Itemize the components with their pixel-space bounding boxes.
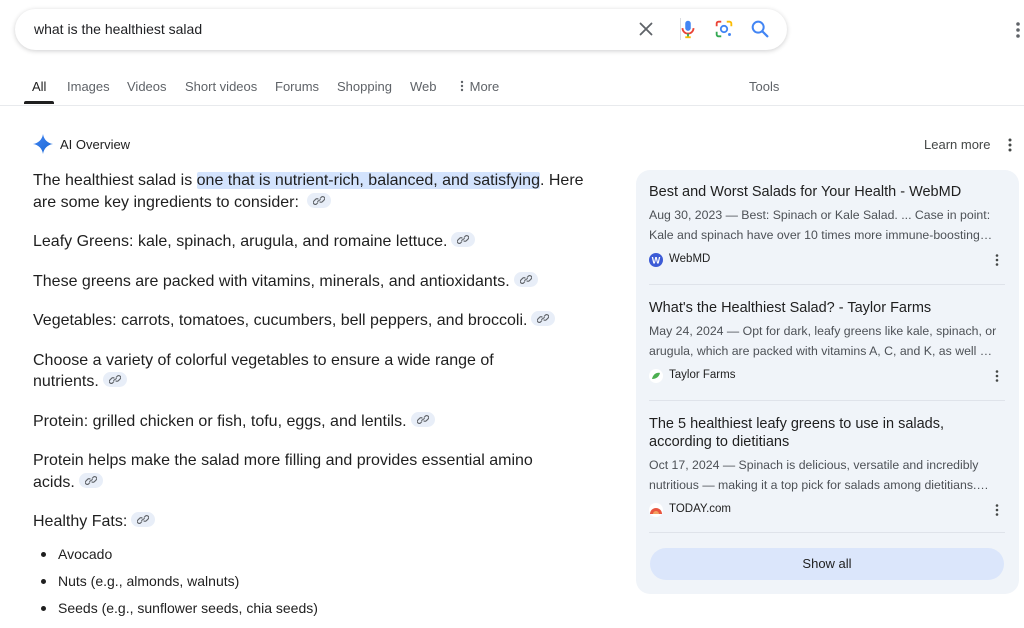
- search-input[interactable]: what is the healthiest salad: [34, 21, 202, 37]
- tab-videos[interactable]: Videos: [127, 79, 167, 94]
- snippet-line: arugula, which are packed with vitamins …: [649, 344, 993, 358]
- intro-text: The healthiest salad is: [33, 172, 197, 189]
- paragraph-text: Vegetables: carrots, tomatoes, cucumbers…: [33, 312, 528, 329]
- source-link-icon[interactable]: [451, 232, 476, 247]
- leaf-favicon-icon: [649, 369, 663, 383]
- learn-more-link[interactable]: Learn more: [924, 137, 990, 152]
- source-snippet: May 24, 2024 — Opt for dark, leafy green…: [649, 321, 1007, 361]
- paragraph-text: Healthy Fats:: [33, 513, 128, 530]
- protein-benefit-paragraph: Protein helps make the salad more fillin…: [33, 450, 563, 493]
- source-site: Taylor Farms: [649, 367, 1007, 385]
- tab-images[interactable]: Images: [67, 79, 110, 94]
- paragraph-text: Protein helps make the salad more fillin…: [33, 452, 533, 491]
- source-snippet: Oct 17, 2024 — Spinach is delicious, ver…: [649, 455, 1007, 495]
- source-title[interactable]: The 5 healthiest leafy greens to use in …: [649, 415, 1007, 451]
- highlighted-answer: one that is nutrient-rich, balanced, and…: [196, 172, 540, 189]
- microphone-icon[interactable]: [677, 18, 699, 40]
- list-item: Nuts (e.g., almonds, walnuts): [33, 568, 603, 595]
- divider: [649, 284, 1005, 285]
- source-card-webmd[interactable]: Best and Worst Salads for Your Health - …: [649, 183, 1007, 269]
- healthy-fats-heading: Healthy Fats:: [33, 511, 603, 533]
- source-title[interactable]: Best and Worst Salads for Your Health - …: [649, 183, 1007, 201]
- tab-short-videos[interactable]: Short videos: [185, 79, 257, 94]
- source-snippet: Aug 30, 2023 — Best: Spinach or Kale Sal…: [649, 205, 1007, 245]
- divider: [649, 400, 1005, 401]
- ai-overview-options-icon[interactable]: [1004, 137, 1016, 153]
- paragraph-text: Choose a variety of colorful vegetables …: [33, 351, 494, 391]
- source-site: TODAY.com: [649, 501, 1007, 519]
- ai-overview-content: The healthiest salad is one that is nutr…: [33, 170, 603, 622]
- list-item: Avocado: [33, 541, 603, 568]
- paragraph-text: Protein: grilled chicken or fish, tofu, …: [33, 412, 407, 430]
- more-options-icon[interactable]: [1010, 20, 1024, 40]
- source-link-icon[interactable]: [78, 472, 103, 488]
- source-link-icon[interactable]: [102, 372, 127, 387]
- leafy-greens-paragraph: Leafy Greens: kale, spinach, arugula, an…: [33, 231, 603, 253]
- source-options-icon[interactable]: [993, 369, 1001, 383]
- source-link-icon[interactable]: [131, 512, 156, 527]
- source-options-icon[interactable]: [993, 253, 1001, 267]
- lens-camera-icon[interactable]: [713, 18, 735, 40]
- list-item: Seeds (e.g., sunflower seeds, chia seeds…: [33, 595, 603, 622]
- search-tabs: All Images Videos Short videos Forums Sh…: [0, 70, 1024, 106]
- source-site: W WebMD: [649, 251, 1007, 269]
- ai-overview-title: AI Overview: [60, 137, 131, 152]
- source-link-icon[interactable]: [307, 192, 332, 208]
- today-rainbow-icon: [649, 503, 663, 517]
- snippet-line: Kale and spinach have over 10 times more…: [649, 228, 993, 242]
- webmd-favicon-icon: W: [649, 253, 663, 267]
- snippet-line: Oct 17, 2024 — Spinach is delicious, ver…: [649, 458, 979, 472]
- tab-all[interactable]: All: [32, 79, 46, 94]
- source-link-icon[interactable]: [513, 271, 538, 287]
- clear-icon[interactable]: [635, 18, 657, 40]
- source-link-icon[interactable]: [410, 411, 435, 427]
- protein-paragraph: Protein: grilled chicken or fish, tofu, …: [33, 411, 603, 433]
- greens-benefit-paragraph: These greens are packed with vitamins, m…: [33, 271, 603, 293]
- divider: [649, 532, 1005, 533]
- sources-panel: Best and Worst Salads for Your Health - …: [636, 170, 1019, 594]
- vegetables-paragraph: Vegetables: carrots, tomatoes, cucumbers…: [33, 310, 603, 332]
- source-card-taylor-farms[interactable]: What's the Healthiest Salad? - Taylor Fa…: [649, 299, 1007, 385]
- source-options-icon[interactable]: [993, 503, 1001, 517]
- tools-button[interactable]: Tools: [749, 79, 779, 94]
- tab-forums[interactable]: Forums: [275, 79, 319, 94]
- site-name: WebMD: [669, 253, 711, 265]
- colorful-vegetables-paragraph: Choose a variety of colorful vegetables …: [33, 350, 513, 393]
- paragraph-text: These greens are packed with vitamins, m…: [33, 272, 510, 290]
- tab-more[interactable]: More: [458, 79, 499, 94]
- tab-more-label: More: [469, 79, 500, 94]
- vertical-dots-icon: [460, 80, 464, 92]
- tab-shopping[interactable]: Shopping: [337, 79, 392, 94]
- site-name: Taylor Farms: [669, 369, 736, 381]
- site-name: TODAY.com: [669, 503, 731, 515]
- healthy-fats-list: Avocado Nuts (e.g., almonds, walnuts) Se…: [33, 541, 603, 622]
- tab-web[interactable]: Web: [410, 79, 437, 94]
- svg-text:W: W: [652, 256, 661, 266]
- snippet-line: Aug 30, 2023 — Best: Spinach or Kale Sal…: [649, 208, 991, 222]
- search-bar[interactable]: what is the healthiest salad: [15, 9, 787, 50]
- active-tab-indicator: [24, 101, 54, 104]
- source-card-today[interactable]: The 5 healthiest leafy greens to use in …: [649, 415, 1007, 519]
- snippet-line: May 24, 2024 — Opt for dark, leafy green…: [649, 324, 997, 338]
- show-all-button[interactable]: Show all: [650, 548, 1004, 580]
- source-title[interactable]: What's the Healthiest Salad? - Taylor Fa…: [649, 299, 1007, 317]
- intro-paragraph: The healthiest salad is one that is nutr…: [33, 170, 603, 213]
- source-link-icon[interactable]: [531, 311, 556, 326]
- snippet-line: nutritious — making it a top pick for sa…: [649, 478, 989, 492]
- gemini-sparkle-icon: [33, 134, 53, 154]
- paragraph-text: Leafy Greens: kale, spinach, arugula, an…: [33, 233, 448, 250]
- search-icon[interactable]: [749, 18, 771, 40]
